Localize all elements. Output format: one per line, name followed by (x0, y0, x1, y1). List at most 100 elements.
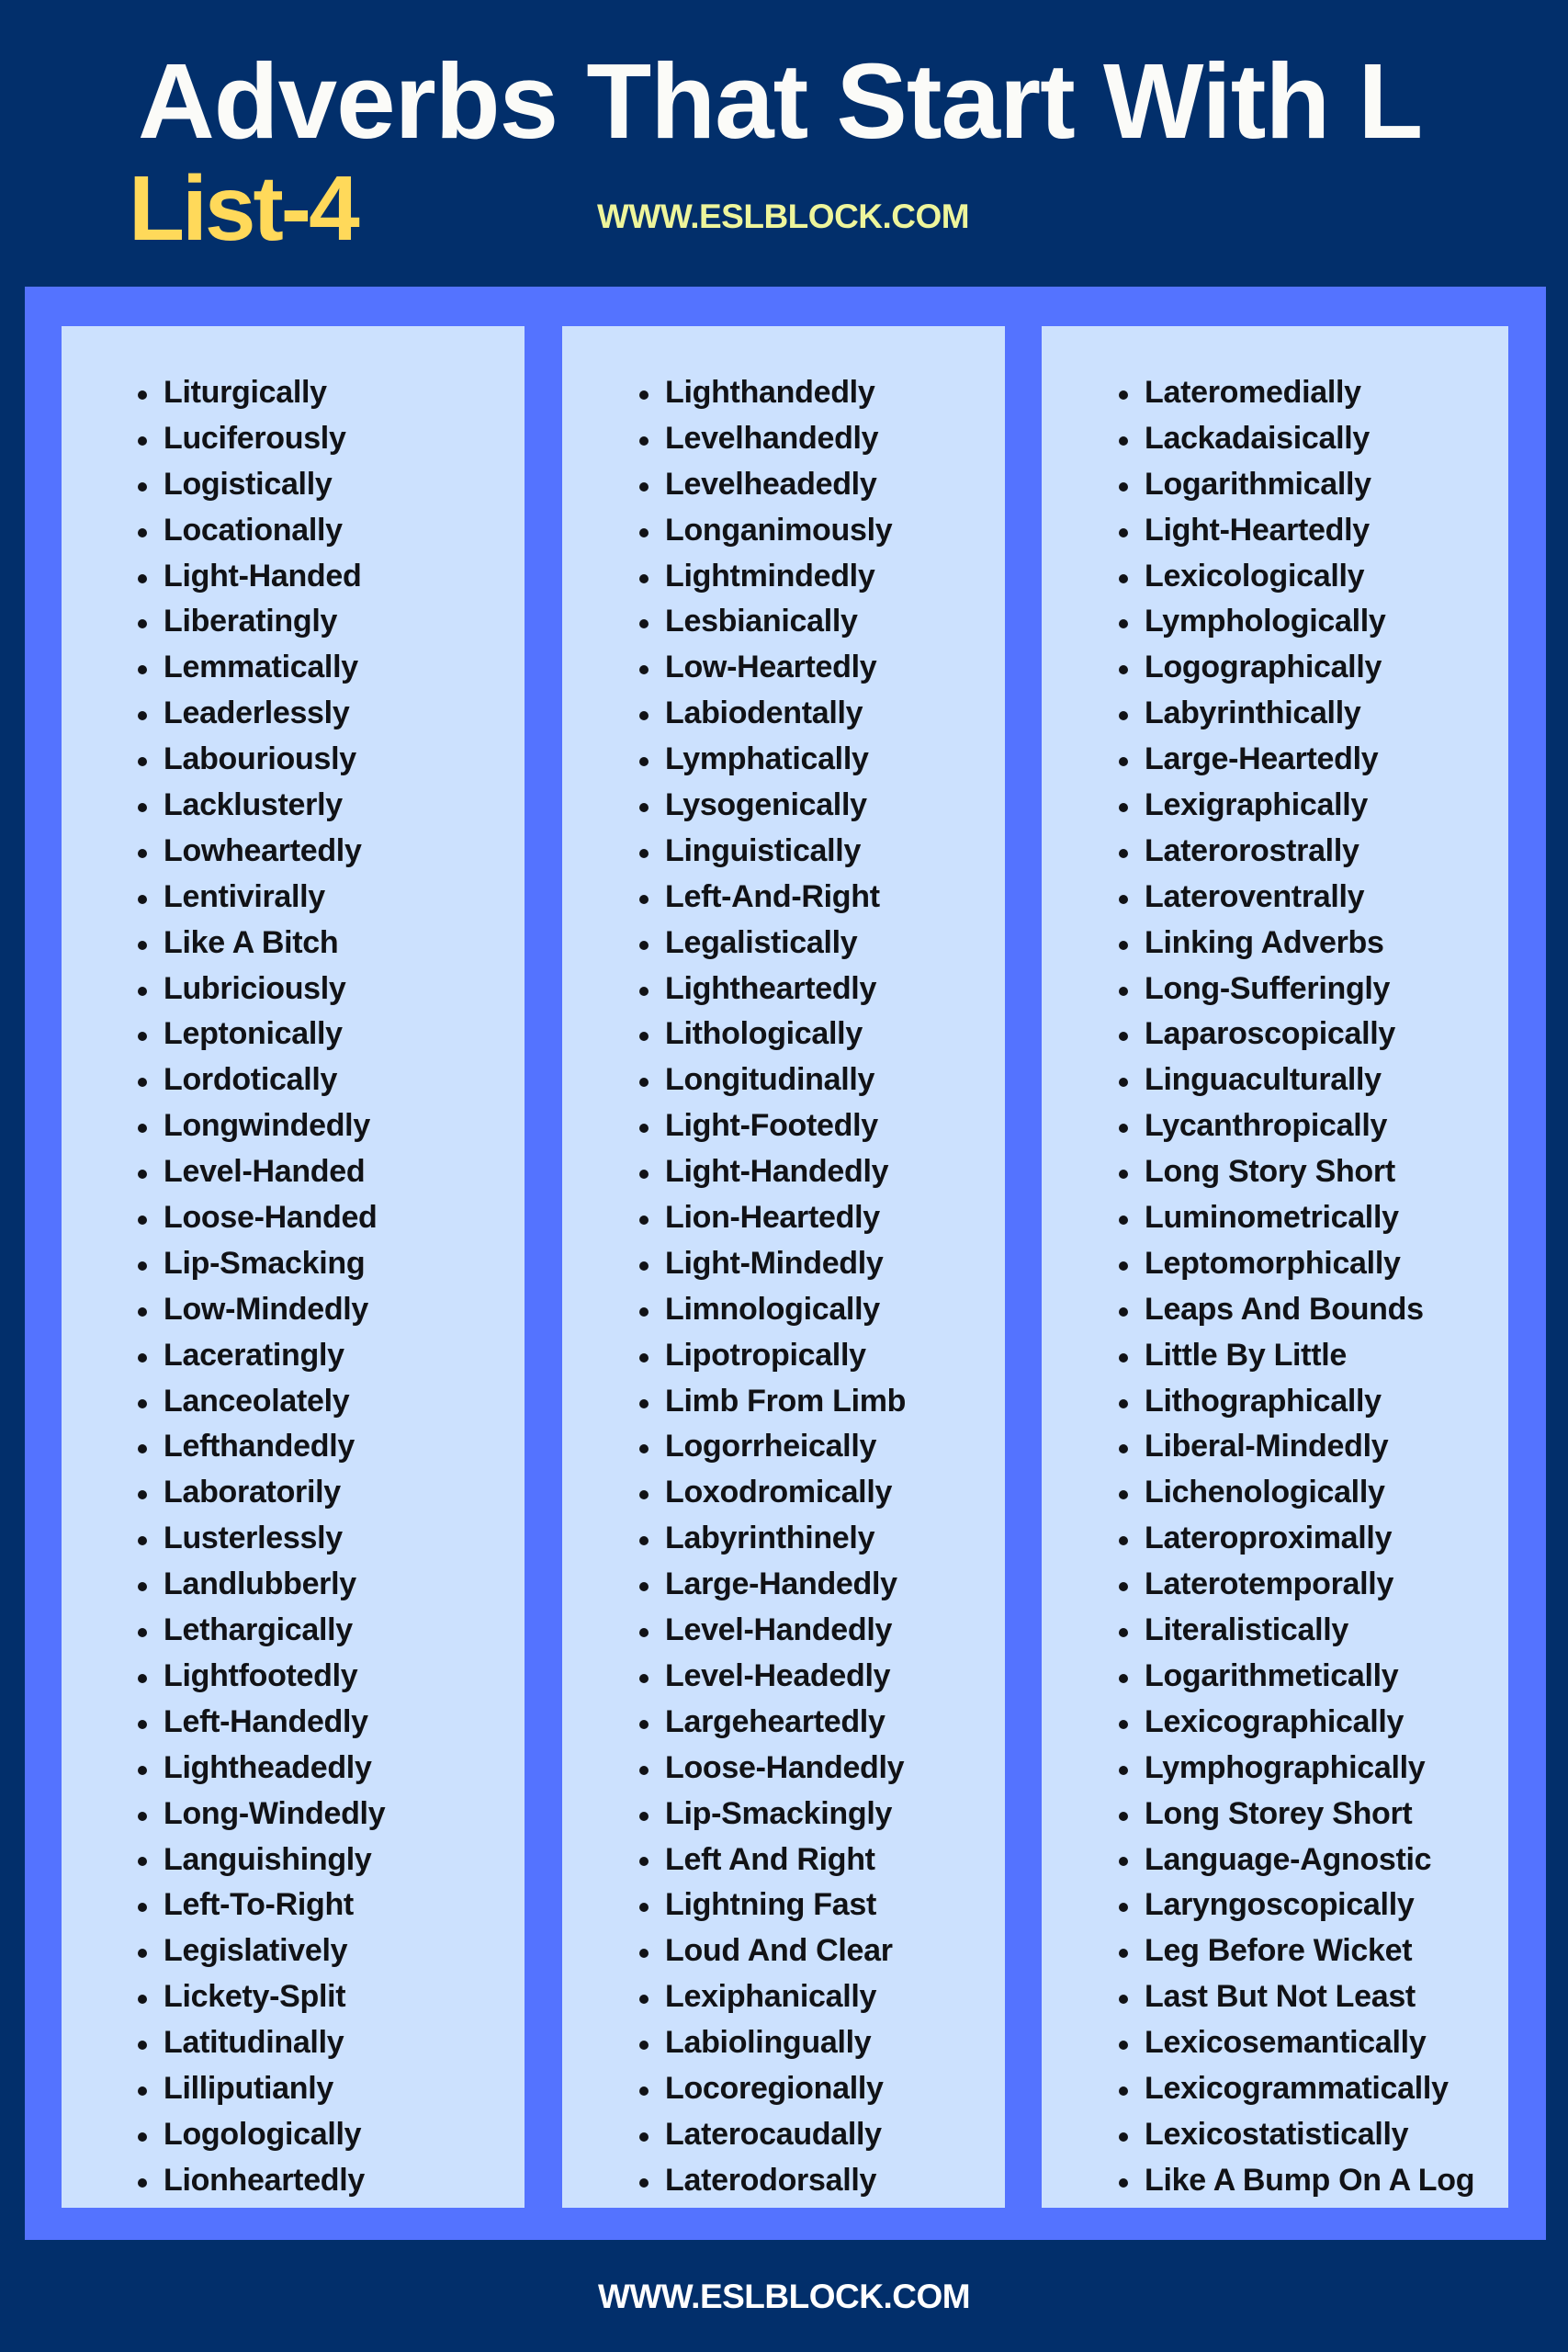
bullet-icon (1119, 1078, 1128, 1088)
list-item: Lysogenically (639, 783, 906, 829)
adverb-text: Lexicographically (1145, 1703, 1404, 1739)
list-item: Labouriously (138, 737, 385, 783)
adverb-text: Labiolingually (665, 2025, 872, 2061)
bullet-icon (1119, 1261, 1128, 1271)
adverb-text: Locationally (164, 512, 343, 548)
adverb-text: Liberatingly (164, 604, 338, 639)
adverb-text: Labouriously (164, 741, 356, 777)
list-item: Leaderlessly (138, 691, 385, 737)
adverb-text: Locoregionally (665, 2070, 884, 2106)
adverb-text: Lexicologically (1145, 558, 1365, 594)
adverb-text: Lionheartedly (164, 2162, 366, 2198)
bullet-icon (639, 757, 649, 767)
adverb-text: Level-Headedly (665, 1657, 891, 1693)
list-item: Left-And-Right (639, 875, 906, 921)
adverb-text: Laparoscopically (1145, 1016, 1395, 1052)
adverb-text: Lip-Smackingly (665, 1795, 893, 1831)
list-item: Largeheartedly (639, 1700, 906, 1746)
bullet-icon (138, 1949, 147, 1959)
bullet-icon (639, 2041, 649, 2050)
bullet-icon (138, 1857, 147, 1867)
adverb-text: Laterorostrally (1145, 832, 1359, 868)
bullet-icon (1119, 711, 1128, 721)
adverb-text: Lipotropically (665, 1337, 866, 1373)
adverb-text: Leaderlessly (164, 695, 350, 731)
adverb-text: Lithographically (1145, 1383, 1382, 1419)
list-item: Long-Sufferingly (1119, 967, 1474, 1012)
bullet-icon (138, 1995, 147, 2005)
bullet-icon (138, 2132, 147, 2142)
bullet-icon (639, 2132, 649, 2142)
list-item: Leg Before Wicket (1119, 1928, 1474, 1974)
list-item: Limb From Limb (639, 1379, 906, 1425)
adverb-text: Long Story Short (1145, 1154, 1395, 1190)
list-item: Levelheadedly (639, 462, 906, 508)
bullet-icon (1119, 435, 1128, 446)
adverb-text: Left And Right (665, 1841, 875, 1877)
adverb-text: Laterodorsally (665, 2162, 877, 2198)
adverb-text: Light-Handedly (665, 1154, 889, 1190)
adverb-text: Legislatively (164, 1933, 348, 1969)
bullet-icon (1119, 665, 1128, 675)
list-item: Last But Not Least (1119, 1974, 1474, 2020)
adverb-text: Left-Handedly (164, 1703, 368, 1739)
bullet-icon (1119, 1582, 1128, 1592)
adverb-text: Lilliputianly (164, 2070, 333, 2106)
adverb-text: Last But Not Least (1145, 1979, 1416, 2015)
adverb-text: Linking Adverbs (1145, 924, 1384, 960)
adverb-text: Lentivirally (164, 878, 325, 914)
bullet-icon (1119, 1765, 1128, 1775)
list-item: Labyrinthically (1119, 691, 1474, 737)
list-item: Laparoscopically (1119, 1012, 1474, 1057)
bullet-icon (138, 1215, 147, 1225)
list-item: Lethargically (138, 1608, 385, 1654)
list-item: Left-Handedly (138, 1700, 385, 1746)
adverb-text: Low-Mindedly (164, 1291, 369, 1327)
list-item: Laboratorily (138, 1470, 385, 1516)
list-item: Logistically (138, 462, 385, 508)
adverb-text: Longwindedly (164, 1108, 370, 1144)
list-item: Left-To-Right (138, 1883, 385, 1928)
bullet-icon (639, 1811, 649, 1821)
bullet-icon (138, 1444, 147, 1454)
list-item: Left And Right (639, 1838, 906, 1883)
bullet-icon (639, 1719, 649, 1729)
bullet-icon (138, 435, 147, 446)
word-list-2: Lighthandedly Levelhandedly Levelheadedly L… (639, 370, 906, 2204)
bullet-icon (639, 2177, 649, 2188)
bullet-icon (1119, 757, 1128, 767)
list-item: Loose-Handed (138, 1195, 385, 1241)
list-item: Lycanthropically (1119, 1103, 1474, 1149)
list-item: Laterodorsally (639, 2158, 906, 2204)
list-item: Like A Bitch (138, 921, 385, 967)
bullet-icon (1119, 2132, 1128, 2142)
bullet-icon (639, 1490, 649, 1500)
adverb-text: Light-Heartedly (1145, 512, 1370, 548)
adverb-text: Laceratingly (164, 1337, 344, 1373)
list-item: Laterorostrally (1119, 829, 1474, 875)
adverb-text: Low-Heartedly (665, 650, 877, 685)
bullet-icon (639, 1261, 649, 1271)
bullet-icon (138, 1398, 147, 1408)
adverb-text: Lateroventrally (1145, 878, 1365, 914)
word-list-1: Liturgically Luciferously Logistically Loca… (138, 370, 386, 2204)
adverb-text: Logorrheically (665, 1429, 877, 1464)
list-item: Linguaculturally (1119, 1057, 1474, 1103)
adverb-text: Lightning Fast (665, 1887, 876, 1923)
bullet-icon (639, 1673, 649, 1683)
list-item: Large-Handedly (639, 1562, 906, 1608)
bullet-icon (1119, 1444, 1128, 1454)
list-item: Lightmindedly (639, 554, 906, 600)
word-column-3: Lateromedially Lackadaisically Logarithmic… (1042, 326, 1508, 2208)
list-item: Lipotropically (639, 1333, 906, 1379)
bullet-icon (639, 1627, 649, 1637)
list-item: Loxodromically (639, 1470, 906, 1516)
adverb-text: Lacklusterly (164, 787, 343, 823)
list-item: Lordotically (138, 1057, 385, 1103)
bullet-icon (138, 2086, 147, 2096)
list-item: Logologically (138, 2112, 385, 2158)
adverb-text: Leg Before Wicket (1145, 1933, 1413, 1969)
list-item: Limnologically (639, 1287, 906, 1333)
adverb-text: Large-Handedly (665, 1566, 897, 1602)
adverb-text: Levelheadedly (665, 466, 877, 502)
